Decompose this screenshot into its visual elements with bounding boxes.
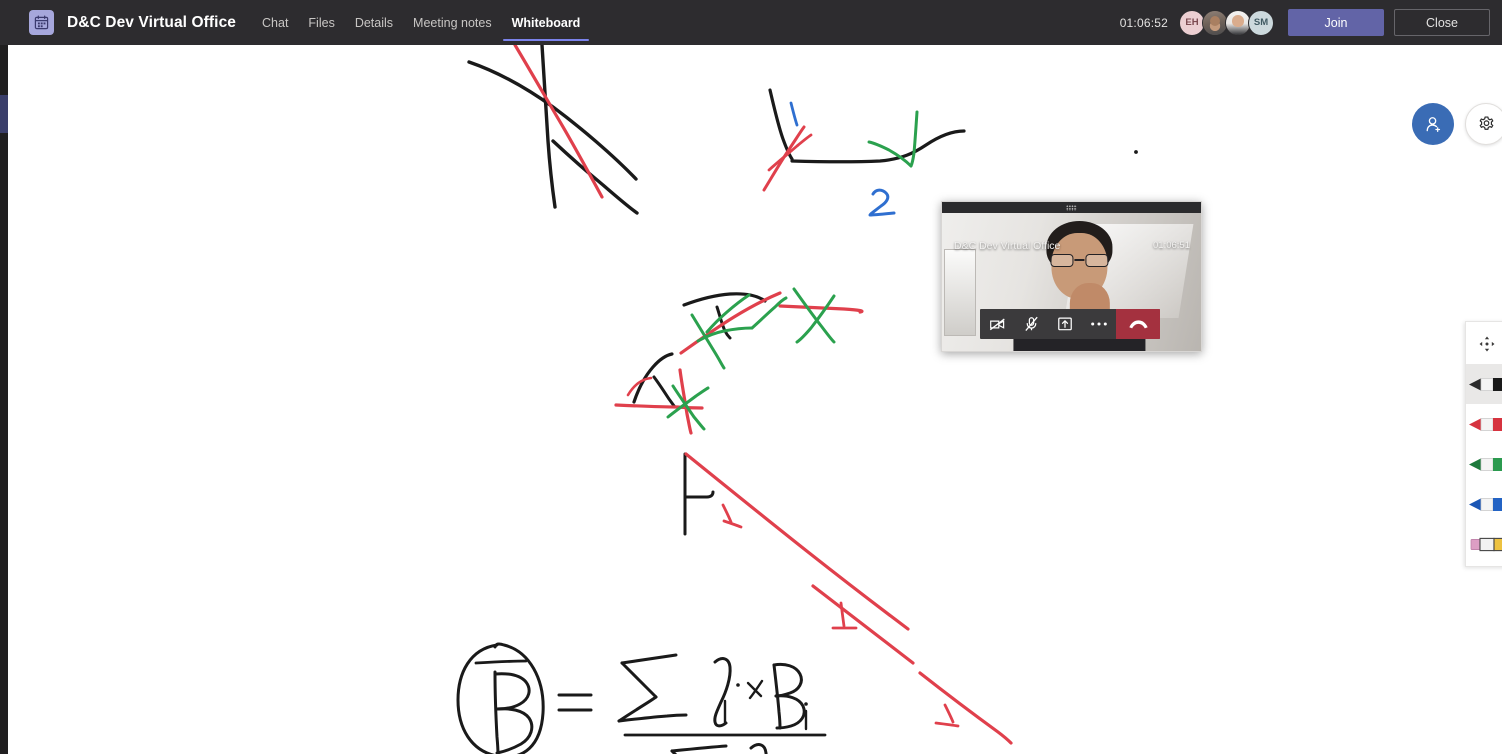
pip-call-controls	[980, 309, 1160, 339]
pip-call-timer: 01:06:51	[1153, 240, 1190, 251]
header-right-controls: 01:06:52 EH SM Join Close	[1120, 0, 1502, 45]
tab-whiteboard[interactable]: Whiteboard	[502, 0, 591, 45]
move-tool[interactable]	[1466, 324, 1502, 364]
highlighter[interactable]	[1466, 524, 1502, 564]
settings-button[interactable]	[1465, 103, 1502, 145]
pen-toolbar	[1465, 321, 1502, 567]
tab-chat[interactable]: Chat	[252, 0, 298, 45]
camera-off-icon[interactable]	[980, 309, 1014, 339]
whiteboard-canvas[interactable]: D&C Dev Virtual Office 01:06:51	[8, 45, 1502, 754]
red-pen[interactable]	[1466, 404, 1502, 444]
tab-meeting-notes[interactable]: Meeting notes	[403, 0, 502, 45]
pip-video-feed: D&C Dev Virtual Office 01:06:51	[942, 213, 1201, 351]
close-button[interactable]: Close	[1394, 9, 1490, 36]
share-screen-icon[interactable]	[1048, 309, 1082, 339]
grip-dots-icon	[1066, 204, 1077, 211]
more-options-icon[interactable]	[1082, 309, 1116, 339]
tab-files[interactable]: Files	[298, 0, 344, 45]
call-timer: 01:06:52	[1119, 15, 1168, 30]
blue-pen[interactable]	[1466, 484, 1502, 524]
add-person-button[interactable]	[1412, 103, 1454, 145]
calendar-icon	[29, 10, 54, 35]
move-icon	[1479, 336, 1495, 352]
add-person-icon	[1426, 116, 1440, 132]
gear-icon	[1479, 115, 1493, 130]
tab-details[interactable]: Details	[345, 0, 403, 45]
teams-meeting-window: D&C Dev Virtual Office Chat Files Detail…	[0, 0, 1502, 754]
meeting-header-bar: D&C Dev Virtual Office Chat Files Detail…	[0, 0, 1502, 45]
pip-meeting-title: D&C Dev Virtual Office	[954, 240, 1061, 252]
avatar[interactable]: SM	[1248, 9, 1274, 36]
pip-drag-handle[interactable]	[942, 202, 1201, 213]
mic-off-icon[interactable]	[1014, 309, 1048, 339]
meeting-tabs: Chat Files Details Meeting notes Whitebo…	[252, 0, 590, 45]
pip-video-window[interactable]: D&C Dev Virtual Office 01:06:51	[941, 201, 1202, 352]
left-app-rail	[0, 45, 8, 754]
meeting-title: D&C Dev Virtual Office	[67, 13, 237, 31]
black-pen[interactable]	[1466, 364, 1502, 404]
join-button[interactable]: Join	[1288, 9, 1384, 36]
green-pen[interactable]	[1466, 444, 1502, 484]
hangup-icon[interactable]	[1116, 309, 1160, 339]
whiteboard-ink	[456, 45, 1138, 754]
participant-avatars: EH SM	[1179, 9, 1274, 36]
left-rail-active-indicator	[0, 95, 8, 133]
